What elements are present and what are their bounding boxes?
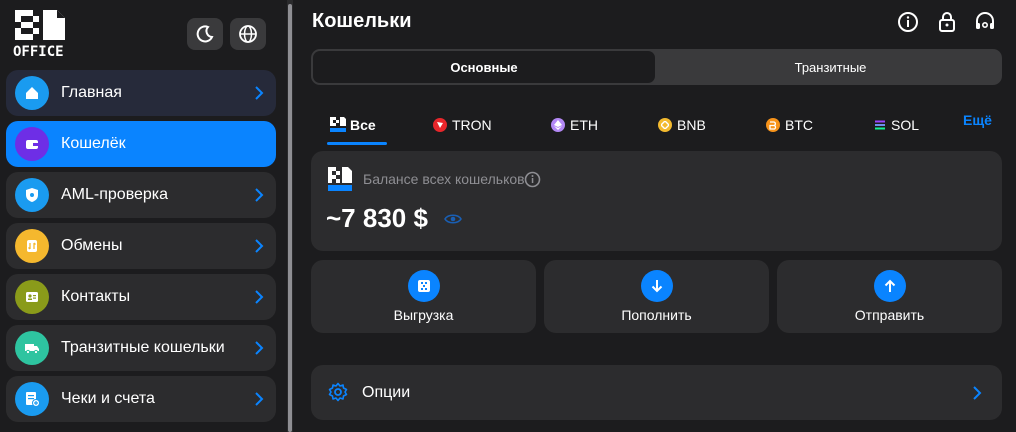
deposit-button[interactable]: Пополнить [544, 260, 769, 333]
balance-label: Балансе всех кошельков [363, 171, 525, 187]
bnb-icon [658, 118, 672, 132]
export-button[interactable]: Выгрузка [311, 260, 536, 333]
options-row[interactable]: Опции [311, 365, 1002, 420]
currency-tab-label: Все [350, 117, 376, 133]
balance-value: ~7 830 $ [326, 203, 428, 233]
sidebar-item-receipts[interactable]: Чеки и счета [6, 376, 276, 422]
currency-tab-label: BNB [677, 117, 706, 133]
sidebar-item-wallet[interactable]: Кошелёк [6, 121, 276, 167]
sidebar-scrollbar-thumb[interactable] [288, 4, 292, 432]
truck-icon [15, 331, 49, 365]
gear-icon [328, 382, 348, 402]
app-logo[interactable]: OFFICE [13, 8, 69, 62]
currency-tab-label: ETH [570, 117, 598, 133]
tron-icon [433, 118, 447, 132]
wallet-icon [15, 127, 49, 161]
lock-icon[interactable] [936, 11, 958, 33]
home-icon [15, 76, 49, 110]
currency-tab-label: SOL [891, 117, 920, 133]
chevron-right-icon [973, 386, 982, 400]
currency-tab-label: BTC [785, 117, 813, 133]
options-label: Опции [362, 384, 411, 401]
currency-tab-all[interactable]: Все [329, 115, 376, 135]
solana-icon [875, 120, 885, 130]
send-button[interactable]: Отправить [777, 260, 1002, 333]
office-logo-icon [330, 117, 346, 132]
moon-icon [196, 25, 214, 43]
sidebar-item-label: Обмены [61, 237, 123, 254]
tab-primary[interactable]: Основные [313, 51, 655, 83]
chevron-right-icon [255, 392, 264, 406]
currency-tab-btc[interactable]: BTC [766, 115, 813, 135]
language-button[interactable] [230, 18, 266, 50]
currency-tab-sol[interactable]: SOL [874, 115, 919, 135]
sidebar-item-home[interactable]: Главная [6, 70, 276, 116]
receipt-icon [15, 382, 49, 416]
currency-tab-bnb[interactable]: BNB [658, 115, 706, 135]
chevron-right-icon [255, 341, 264, 355]
arrow-up-icon [874, 270, 906, 302]
sidebar-item-exchanges[interactable]: Обмены [6, 223, 276, 269]
eye-icon[interactable] [444, 213, 462, 225]
send-label: Отправить [854, 307, 925, 323]
sidebar-nav: Главная Кошелёк AML-проверка Обмены Конт… [6, 70, 276, 427]
bitcoin-icon [766, 118, 780, 132]
sidebar-item-label: Контакты [61, 288, 131, 305]
page-title: Кошельки [312, 10, 412, 32]
sidebar-item-transit-wallets[interactable]: Транзитные кошельки [6, 325, 276, 371]
active-tab-indicator [327, 142, 387, 145]
ethereum-icon [551, 118, 565, 132]
arrow-down-icon [641, 270, 673, 302]
tab-transit[interactable]: Транзитные [661, 51, 1000, 83]
main-content: Кошельки Основные Транзитные Все TRON ET… [296, 0, 1016, 432]
more-currencies-link[interactable]: Ещё [963, 112, 992, 128]
theme-toggle-button[interactable] [187, 18, 223, 50]
sidebar-item-label: Кошелёк [61, 135, 126, 152]
sidebar-item-label: Чеки и счета [61, 390, 155, 407]
office-logo-icon [328, 167, 352, 191]
currency-tab-eth[interactable]: ETH [551, 115, 598, 135]
globe-icon [239, 25, 257, 43]
currency-tab-label: TRON [452, 117, 492, 133]
chevron-right-icon [255, 290, 264, 304]
currency-tab-tron[interactable]: TRON [433, 115, 492, 135]
logo-text: OFFICE [13, 44, 64, 60]
chevron-right-icon [255, 239, 264, 253]
chevron-right-icon [255, 188, 264, 202]
chevron-right-icon [255, 86, 264, 100]
shield-icon [15, 178, 49, 212]
sidebar-item-label: Главная [61, 84, 122, 101]
info-icon[interactable] [524, 171, 541, 188]
export-icon [408, 270, 440, 302]
export-label: Выгрузка [393, 307, 454, 323]
balance-card: Балансе всех кошельков ~7 830 $ [311, 151, 1002, 251]
wallet-type-switch: Основные Транзитные [311, 49, 1002, 85]
sidebar: OFFICE Главная Кошелёк AML-проверка Обме… [0, 0, 286, 432]
contact-card-icon [15, 280, 49, 314]
sidebar-item-label: Транзитные кошельки [61, 339, 225, 356]
sidebar-item-label: AML-проверка [61, 186, 169, 203]
exchange-icon [15, 229, 49, 263]
deposit-label: Пополнить [621, 307, 692, 323]
support-headset-icon[interactable] [974, 11, 996, 33]
sidebar-item-aml[interactable]: AML-проверка [6, 172, 276, 218]
sidebar-item-contacts[interactable]: Контакты [6, 274, 276, 320]
info-icon[interactable] [897, 11, 919, 33]
